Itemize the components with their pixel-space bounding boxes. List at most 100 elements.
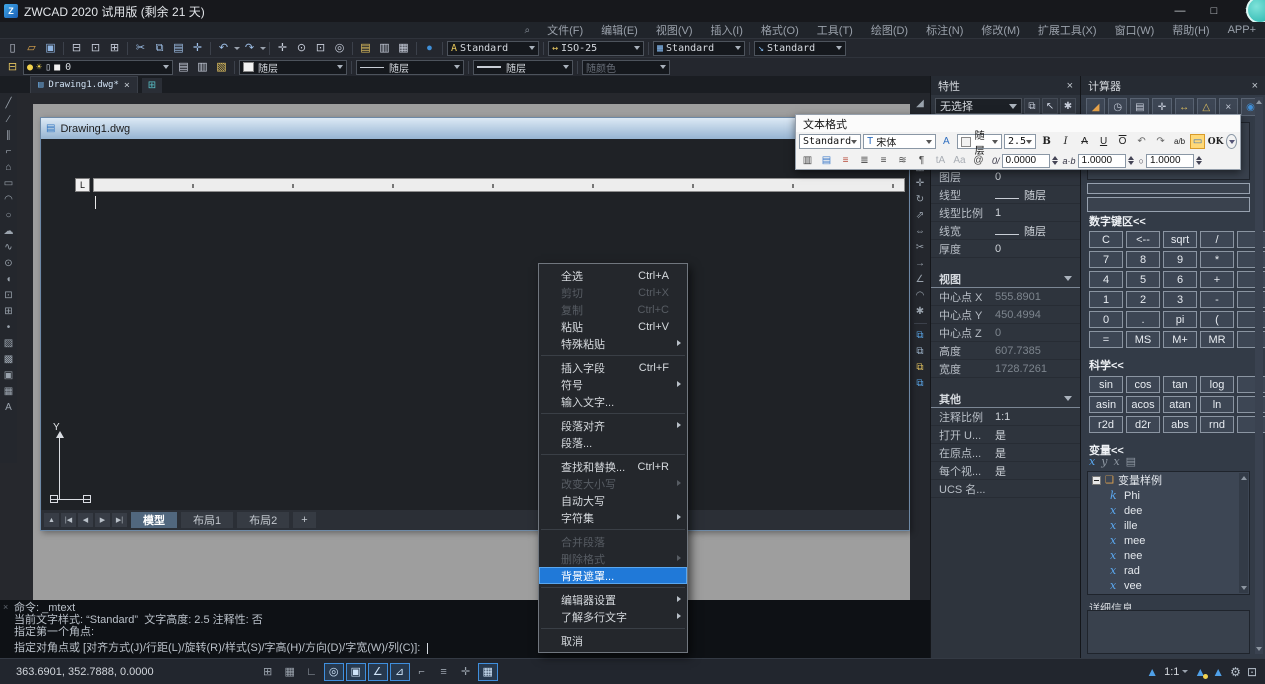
stepper-up-icon[interactable]	[1128, 156, 1134, 160]
numpad-key--[interactable]: -	[1200, 291, 1234, 308]
ortho-toggle[interactable]: ∟	[302, 663, 322, 681]
table-icon[interactable]: ▦	[1, 384, 16, 399]
make-object-layer-current-icon[interactable]: ▤	[174, 59, 193, 75]
edit-variable-icon[interactable]: y	[1101, 455, 1107, 468]
drawing-window-titlebar[interactable]: ▤ Drawing1.dwg	[41, 118, 909, 139]
annotation-scale-icon[interactable]: ▲	[1146, 665, 1158, 679]
oblique-angle-spinner[interactable]: 0/0.0000	[992, 154, 1058, 168]
menu-item-2[interactable]: 视图(V)	[647, 22, 702, 38]
insert-block-icon[interactable]: ⊡	[1, 288, 16, 303]
italic-button[interactable]: I	[1057, 134, 1074, 149]
lineweight-combo[interactable]: 随层	[473, 60, 573, 75]
align-left-icon[interactable]: ≡	[837, 153, 854, 168]
first-tab-icon[interactable]: |◀	[61, 513, 76, 527]
mtext-tab-stop[interactable]: L	[75, 178, 90, 192]
more-options-icon[interactable]	[1226, 134, 1237, 149]
mtext-style-combo[interactable]: Standard	[799, 134, 861, 149]
undo-icon[interactable]: ↶	[214, 40, 233, 56]
property-value[interactable]: 是	[995, 427, 1080, 443]
quick-select-icon[interactable]: ⧉	[1024, 98, 1040, 114]
ellipse-icon[interactable]: ⊙	[1, 256, 16, 271]
tree-collapse-icon[interactable]	[1092, 476, 1101, 485]
extend-icon[interactable]: →	[913, 256, 928, 271]
cycling-toggle[interactable]: ✛	[456, 663, 476, 681]
grid-toggle[interactable]: ▦	[280, 663, 300, 681]
stepper-up-icon[interactable]	[1196, 156, 1202, 160]
menu-item-0[interactable]: 文件(F)	[538, 22, 592, 38]
line-icon[interactable]: ╱	[1, 96, 16, 111]
tree-item-ille[interactable]: xille	[1088, 518, 1249, 533]
gradient-icon[interactable]: ▩	[1, 352, 16, 367]
mtext-icon[interactable]: A	[1, 400, 16, 415]
property-value[interactable]: 1728.7261	[995, 363, 1080, 375]
maximize-button[interactable]: □	[1197, 0, 1231, 22]
linetype-combo[interactable]: 随层	[356, 60, 464, 75]
make-block-icon[interactable]: ⊞	[1, 304, 16, 319]
revcloud-icon[interactable]: ☁	[1, 224, 16, 239]
copy-icon[interactable]: ⧉	[150, 40, 169, 56]
numpad-key-([interactable]: (	[1200, 311, 1234, 328]
symbol-at-icon[interactable]: @	[970, 153, 987, 168]
annotative-icon[interactable]: A	[938, 134, 955, 149]
redo-icon[interactable]: ↷	[240, 40, 259, 56]
section-header-视图[interactable]: 视图	[931, 270, 1080, 288]
menu-item-6[interactable]: 绘图(D)	[862, 22, 917, 38]
close-properties-icon[interactable]: ×	[1067, 80, 1073, 92]
polar-toggle[interactable]: ◎	[324, 663, 344, 681]
property-value[interactable]: 450.4994	[995, 309, 1080, 321]
context-menu-item-11[interactable]: 段落...	[539, 434, 687, 451]
polyline-icon[interactable]: ⌐	[1, 144, 16, 159]
numpad-key-9[interactable]: 9	[1163, 251, 1197, 268]
layer-states-icon[interactable]: ▥	[375, 40, 394, 56]
menu-item-4[interactable]: 格式(O)	[752, 22, 808, 38]
new-variable-icon[interactable]: x	[1089, 455, 1095, 468]
calculator-expression-box[interactable]	[1087, 183, 1250, 194]
strikethrough-button[interactable]: A	[1076, 134, 1093, 149]
select-objects-icon[interactable]: ↖	[1042, 98, 1058, 114]
numpad-key-MS[interactable]: MS	[1126, 331, 1160, 348]
tracking-spinner[interactable]: a·b1.0000	[1063, 154, 1134, 168]
context-menu-item-8[interactable]: 输入文字...	[539, 393, 687, 410]
property-value[interactable]: 是	[995, 445, 1080, 461]
property-value[interactable]: 607.7385	[995, 345, 1080, 357]
numpad-key-4[interactable]: 4	[1089, 271, 1123, 288]
prev-tab-icon[interactable]: ◀	[78, 513, 93, 527]
section-header-其他[interactable]: 其他	[931, 390, 1080, 408]
ruler-toggle-button[interactable]: ▭	[1190, 134, 1205, 149]
numpad-key-5[interactable]: 5	[1126, 271, 1160, 288]
annotation-visibility-icon[interactable]: ▲	[1212, 665, 1224, 679]
layer-properties-icon[interactable]: ▤	[356, 40, 375, 56]
redo-icon[interactable]: ↷	[1152, 134, 1169, 149]
stack-button[interactable]: a/b	[1171, 134, 1188, 149]
help-icon[interactable]: ●	[420, 40, 439, 56]
otrack-toggle[interactable]: ∠	[368, 663, 388, 681]
property-value[interactable]: 0	[995, 243, 1080, 255]
arc-icon[interactable]: ◠	[1, 192, 16, 207]
sci-key-sin[interactable]: sin	[1089, 376, 1123, 393]
sci-key-log[interactable]: log	[1200, 376, 1234, 393]
property-value[interactable]: 555.8901	[995, 291, 1080, 303]
numpad-key-3[interactable]: 3	[1163, 291, 1197, 308]
context-menu-item-23[interactable]: 了解多行文字	[539, 608, 687, 625]
property-value[interactable]: 随层	[995, 223, 1080, 239]
delete-variable-icon[interactable]: x	[1113, 455, 1119, 468]
trim-icon[interactable]: ✂	[913, 240, 928, 255]
tree-item-nee[interactable]: xnee	[1088, 548, 1249, 563]
mleader-style-combo[interactable]: ↘ Standard	[754, 41, 846, 56]
next-tab-icon[interactable]: ▶	[95, 513, 110, 527]
save-icon[interactable]: ▣	[41, 40, 60, 56]
context-menu-item-0[interactable]: 全选Ctrl+A	[539, 267, 687, 284]
numpad-key-MR[interactable]: MR	[1200, 331, 1234, 348]
mline-icon[interactable]: ∥	[1, 128, 16, 143]
osnap-toggle[interactable]: ▣	[346, 663, 366, 681]
menu-item-12[interactable]: APP+	[1219, 22, 1265, 38]
ok-button[interactable]: OK	[1207, 134, 1224, 149]
tree-item-Phi[interactable]: kPhi	[1088, 488, 1249, 503]
zoom-previous-icon[interactable]: ◎	[330, 40, 349, 56]
lineweight-toggle[interactable]: ≡	[434, 663, 454, 681]
ellipse-arc-icon[interactable]: ◖	[1, 272, 16, 287]
context-menu-item-7[interactable]: 符号	[539, 376, 687, 393]
property-value[interactable]: 随层	[995, 187, 1080, 203]
menu-item-1[interactable]: 编辑(E)	[592, 22, 647, 38]
sci-key-r2d[interactable]: r2d	[1089, 416, 1123, 433]
